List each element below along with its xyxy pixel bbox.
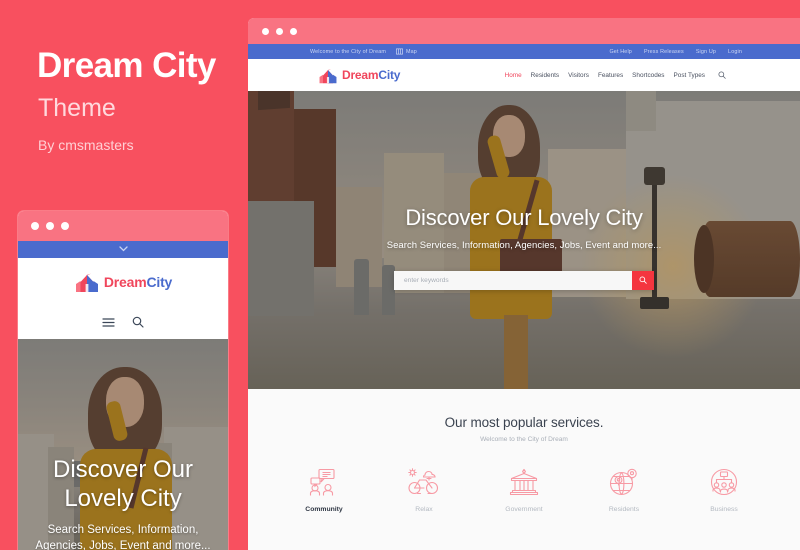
topbar-map-link[interactable]: Map <box>396 48 417 55</box>
service-item-government[interactable]: Government <box>494 462 554 513</box>
service-item-relax[interactable]: Relax <box>394 462 454 513</box>
org-chart-icon <box>710 468 738 496</box>
mobile-hero-heading-line1: Discover Our <box>52 456 194 483</box>
menu-item-home[interactable]: Home <box>505 72 522 79</box>
menu-item-residents[interactable]: Residents <box>531 72 559 79</box>
mobile-logo-first: Dream <box>103 273 147 290</box>
city-building-icon <box>75 271 98 292</box>
menu-item-shortcodes[interactable]: Shortcodes <box>632 72 664 79</box>
site-navbar: DreamCity Home Residents Visitors Featur… <box>248 59 800 91</box>
mobile-mockup: DreamCity Discover Our Lovely City Searc… <box>18 211 228 550</box>
promo-title: Dream City <box>37 46 216 85</box>
menu-item-visitors[interactable]: Visitors <box>568 72 589 79</box>
promo-subtitle: Theme <box>38 94 116 122</box>
logo-second: City <box>378 68 401 82</box>
services-section: Our most popular services. Welcome to th… <box>248 389 800 550</box>
hero-subheading: Search Services, Information, Agencies, … <box>386 239 662 251</box>
topbar-link-press-releases[interactable]: Press Releases <box>644 49 684 55</box>
topbar-link-login[interactable]: Login <box>728 49 742 55</box>
globe-pin-icon <box>609 468 637 496</box>
main-menu: Home Residents Visitors Features Shortco… <box>505 66 726 84</box>
service-item-community[interactable]: Community <box>294 462 354 513</box>
window-dot-maximize[interactable] <box>290 27 297 35</box>
services-subtitle: Welcome to the City of Dream <box>480 436 568 443</box>
desktop-browser-chrome <box>248 18 800 44</box>
service-label-residents: Residents <box>608 506 640 513</box>
mobile-hero-heading-line2: Lovely City <box>64 485 182 513</box>
service-label-relax: Relax <box>415 506 433 513</box>
service-label-government: Government <box>505 506 543 513</box>
hamburger-menu-icon[interactable] <box>102 317 115 328</box>
topbar-links: Get Help Press Releases Sign Up Login <box>609 49 742 55</box>
topbar-map-label: Map <box>406 48 417 55</box>
topbar-link-get-help[interactable]: Get Help <box>609 49 631 55</box>
hero-search-bar <box>394 270 654 290</box>
hero-content: Discover Our Lovely City Search Services… <box>248 91 800 389</box>
service-label-business: Business <box>710 506 738 513</box>
hero-section: Discover Our Lovely City Search Services… <box>248 91 800 389</box>
search-icon[interactable] <box>718 66 726 84</box>
mobile-topbar[interactable] <box>18 241 228 258</box>
mobile-hero: Discover Our Lovely City Search Services… <box>18 339 228 550</box>
map-icon <box>396 48 403 55</box>
window-dot-maximize[interactable] <box>61 222 69 230</box>
hero-heading: Discover Our Lovely City <box>405 204 643 230</box>
promo-byline: By cmsmasters <box>38 137 134 153</box>
services-list: Community Relax Government Residents Bus… <box>248 462 800 513</box>
mobile-hero-text: Discover Our Lovely City Search Services… <box>18 455 228 550</box>
service-item-business[interactable]: Business <box>694 462 754 513</box>
search-icon[interactable] <box>132 316 144 328</box>
city-building-icon <box>319 66 337 83</box>
window-dot-minimize[interactable] <box>276 27 283 35</box>
window-dot-close[interactable] <box>262 27 269 35</box>
desktop-mockup: Welcome to the City of Dream Map Get Hel… <box>248 18 800 550</box>
chevron-down-icon[interactable] <box>118 245 128 254</box>
community-icon <box>309 468 335 496</box>
mobile-logo[interactable]: DreamCity <box>18 258 228 305</box>
site-logo[interactable]: DreamCity <box>318 66 400 85</box>
service-item-residents[interactable]: Residents <box>594 462 654 513</box>
mobile-hero-subheading: Search Services, Information, Agencies, … <box>35 523 211 550</box>
site-logo-text: DreamCity <box>342 68 400 82</box>
search-input[interactable] <box>394 270 632 290</box>
mobile-browser-chrome <box>18 211 228 241</box>
mobile-hero-heading: Discover Our Lovely City <box>18 455 228 514</box>
menu-item-post-types[interactable]: Post Types <box>674 72 706 79</box>
site-topbar: Welcome to the City of Dream Map Get Hel… <box>248 44 800 59</box>
search-icon <box>639 276 647 284</box>
topbar-welcome-text: Welcome to the City of Dream <box>310 48 386 55</box>
window-dot-close[interactable] <box>31 222 39 230</box>
menu-item-features[interactable]: Features <box>598 72 623 79</box>
bank-building-icon <box>509 468 539 496</box>
window-dot-minimize[interactable] <box>46 222 54 230</box>
topbar-link-sign-up[interactable]: Sign Up <box>696 49 716 55</box>
service-label-community: Community <box>305 506 343 513</box>
search-submit-button[interactable] <box>632 270 654 290</box>
bicycle-icon <box>408 468 439 495</box>
logo-first: Dream <box>342 68 379 82</box>
mobile-logo-second: City <box>146 273 173 290</box>
services-title: Our most popular services. <box>444 415 604 430</box>
mobile-nav-icons <box>18 305 228 339</box>
mobile-logo-text: DreamCity <box>104 274 172 290</box>
